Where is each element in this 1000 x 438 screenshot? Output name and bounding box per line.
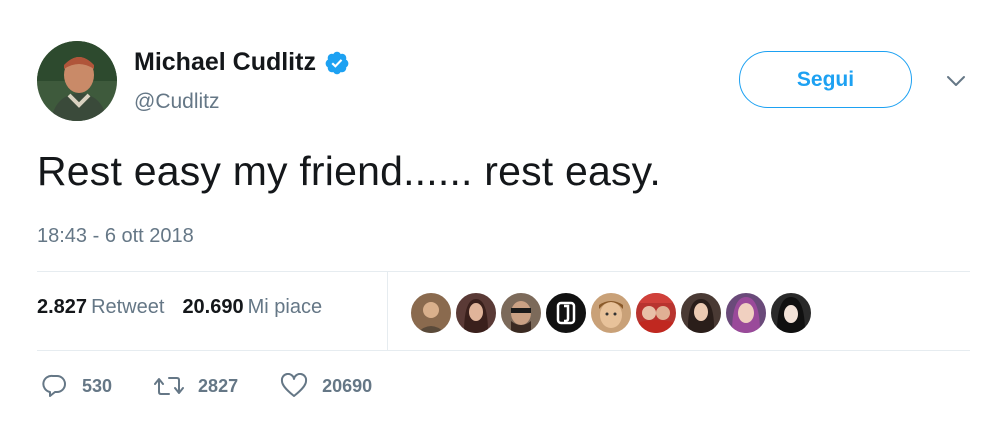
retweet-count: 2.827: [37, 296, 88, 318]
retweet-button[interactable]: 2827: [154, 373, 238, 399]
like-count: 20.690: [182, 296, 244, 318]
liker-avatar-5[interactable]: [589, 291, 633, 335]
reply-button[interactable]: 530: [42, 373, 112, 399]
tweet-text: Rest easy my friend...... rest easy.: [37, 148, 661, 194]
liker-avatar-7[interactable]: [679, 291, 723, 335]
user-handle[interactable]: @Cudlitz: [134, 90, 220, 114]
reply-icon: [42, 373, 68, 399]
retweet-action-count: 2827: [198, 375, 239, 396]
retweet-icon: [154, 373, 185, 399]
chevron-down-icon[interactable]: [945, 74, 967, 88]
profile-photo: [37, 41, 117, 121]
liker-avatar-8[interactable]: [724, 291, 768, 335]
name-row: Michael Cudlitz: [134, 48, 350, 77]
retweet-label: Retweet: [91, 296, 165, 318]
liker-avatar-1[interactable]: [409, 291, 453, 335]
divider-bottom: [37, 350, 970, 351]
follow-button[interactable]: Segui: [739, 51, 912, 108]
liker-avatars: [409, 291, 814, 335]
liker-avatar-3[interactable]: [499, 291, 543, 335]
divider-vertical: [387, 272, 388, 350]
tweet-actions: 530 2827 20690: [42, 373, 372, 399]
verified-badge-icon: [324, 50, 350, 76]
retweet-stat[interactable]: 2.827 Retweet: [37, 296, 164, 319]
liker-avatar-9[interactable]: [769, 291, 813, 335]
tweet-stats: 2.827 Retweet 20.690 Mi piace: [37, 296, 322, 319]
reply-count: 530: [82, 375, 113, 396]
heart-icon: [280, 373, 308, 399]
liker-avatar-6[interactable]: [634, 291, 678, 335]
display-name[interactable]: Michael Cudlitz: [134, 48, 316, 77]
like-stat[interactable]: 20.690 Mi piace: [182, 296, 322, 319]
like-action-count: 20690: [322, 375, 373, 396]
like-label: Mi piace: [247, 296, 323, 318]
liker-avatar-2[interactable]: [454, 291, 498, 335]
divider-top: [37, 271, 970, 272]
avatar[interactable]: [37, 41, 117, 121]
like-button[interactable]: 20690: [280, 373, 372, 399]
tweet-timestamp[interactable]: 18:43 - 6 ott 2018: [37, 225, 194, 248]
liker-avatar-4[interactable]: [544, 291, 588, 335]
